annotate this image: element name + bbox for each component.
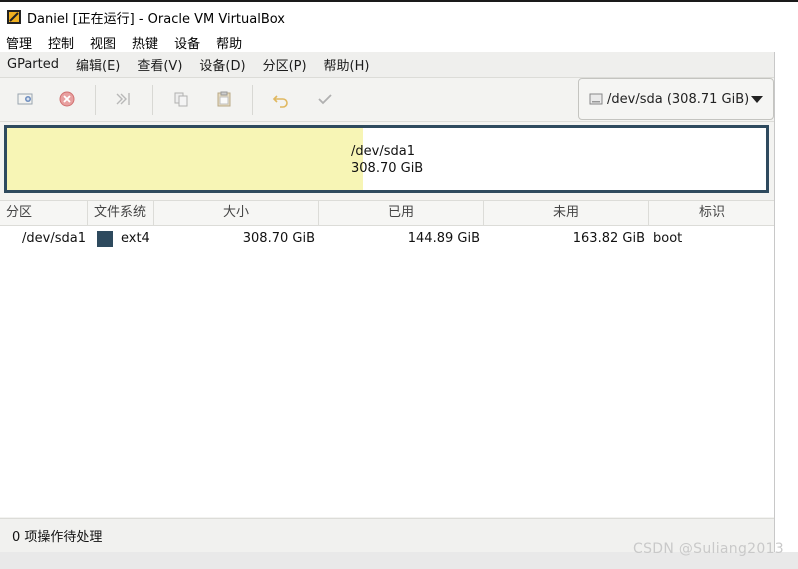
vbox-menu-hotkeys[interactable]: 热键	[132, 33, 158, 52]
undo-icon	[272, 95, 288, 108]
column-header-flags[interactable]: 标识	[649, 201, 774, 226]
gparted-toolbar: /dev/sda (308.71 GiB)	[0, 78, 774, 122]
delete-partition-icon	[59, 91, 75, 107]
dropdown-arrow-icon	[751, 96, 763, 103]
column-header-partition[interactable]: 分区	[0, 201, 88, 226]
gparted-menu-view[interactable]: 查看(V)	[137, 55, 182, 74]
disk-map-partition-size: 308.70 GiB	[351, 161, 424, 176]
virtualbox-logo-icon	[7, 10, 21, 24]
vbox-menu-view[interactable]: 视图	[90, 33, 116, 52]
partition-table-header: 分区 文件系统 大小 已用 未用 标识	[0, 200, 774, 226]
vbox-menu-manage[interactable]: 管理	[6, 33, 32, 52]
disk-map-partition-name: /dev/sda1	[351, 144, 415, 159]
column-header-size[interactable]: 大小	[154, 201, 319, 226]
vbox-menu-devices[interactable]: 设备	[174, 33, 200, 52]
toolbar-separator	[152, 85, 153, 115]
column-header-used[interactable]: 已用	[319, 201, 484, 226]
gparted-menu-partition[interactable]: 分区(P)	[263, 55, 307, 74]
delete-partition-button[interactable]	[56, 88, 78, 110]
toolbar-separator	[95, 85, 96, 115]
copy-icon	[174, 92, 188, 107]
watermark: CSDN @Suliang2013	[633, 541, 784, 557]
vbox-menu-control[interactable]: 控制	[48, 33, 74, 52]
gparted-menu-edit[interactable]: 编辑(E)	[76, 55, 120, 74]
paste-button[interactable]	[213, 88, 235, 110]
device-selector-label: /dev/sda (308.71 GiB)	[607, 91, 750, 107]
disk-graphic[interactable]: /dev/sda1 308.70 GiB	[4, 125, 769, 193]
cell-filesystem: ext4	[121, 231, 150, 246]
disk-drive-icon	[589, 93, 603, 105]
apply-button[interactable]	[314, 88, 336, 110]
window-title: Daniel [正在运行] - Oracle VM VirtualBox	[27, 11, 285, 27]
vbox-titlebar: Daniel [正在运行] - Oracle VM VirtualBox	[0, 0, 798, 32]
vbox-menubar: 管理 控制 视图 热键 设备 帮助	[0, 32, 798, 52]
cell-size: 308.70 GiB	[242, 231, 315, 246]
pending-operations-status: 0 项操作待处理	[12, 530, 103, 545]
device-selector[interactable]: /dev/sda (308.71 GiB)	[578, 78, 774, 120]
cell-partition: /dev/sda1	[22, 231, 86, 246]
guest-screen: GParted 编辑(E) 查看(V) 设备(D) 分区(P) 帮助(H) /d…	[0, 52, 775, 552]
vbox-menu-help[interactable]: 帮助	[216, 33, 242, 52]
cell-unused: 163.82 GiB	[572, 231, 645, 246]
table-row[interactable]: /dev/sda1 ext4 308.70 GiB 144.89 GiB 163…	[0, 228, 774, 250]
gparted-menu-help[interactable]: 帮助(H)	[324, 55, 370, 74]
column-header-unused[interactable]: 未用	[484, 201, 649, 226]
gparted-menu-device[interactable]: 设备(D)	[199, 55, 245, 74]
gparted-menubar: GParted 编辑(E) 查看(V) 设备(D) 分区(P) 帮助(H)	[0, 52, 774, 78]
undo-button[interactable]	[270, 88, 292, 110]
paste-icon	[217, 91, 231, 107]
new-partition-button[interactable]	[14, 88, 36, 110]
toolbar-separator	[252, 85, 253, 115]
disk-used-space-bar	[7, 128, 363, 190]
filesystem-color-swatch	[97, 231, 113, 247]
cell-used: 144.89 GiB	[407, 231, 480, 246]
resize-move-button[interactable]	[112, 88, 134, 110]
cell-flags: boot	[653, 231, 683, 246]
gparted-menu-app[interactable]: GParted	[7, 57, 59, 72]
resize-move-icon	[116, 93, 130, 105]
apply-icon	[318, 94, 332, 105]
new-partition-icon	[17, 93, 33, 105]
column-header-filesystem[interactable]: 文件系统	[88, 201, 154, 226]
copy-button[interactable]	[170, 88, 192, 110]
partition-table: 分区 文件系统 大小 已用 未用 标识 /dev/sda1 ext4 308.7…	[0, 200, 774, 517]
